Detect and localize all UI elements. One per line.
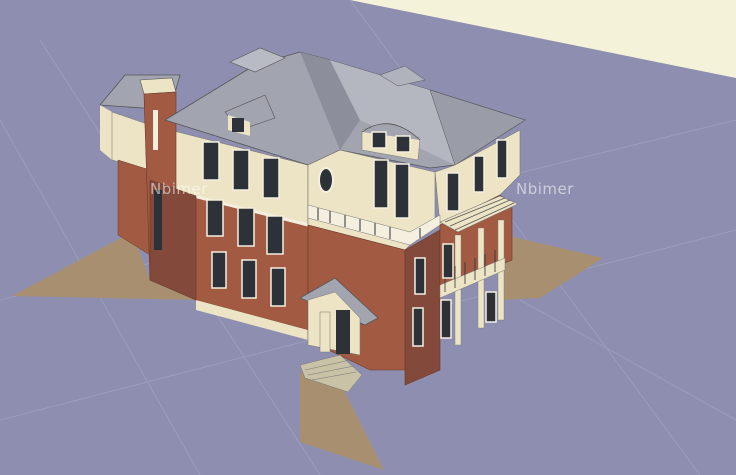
watermark-left: Nbimer — [150, 180, 208, 198]
oval-window — [318, 167, 334, 193]
house-3d-model — [0, 0, 736, 475]
watermark-right: Nbimer — [516, 180, 574, 198]
sky-area — [350, 0, 736, 78]
modeling-viewport: Nbimer Nbimer — [0, 0, 736, 475]
